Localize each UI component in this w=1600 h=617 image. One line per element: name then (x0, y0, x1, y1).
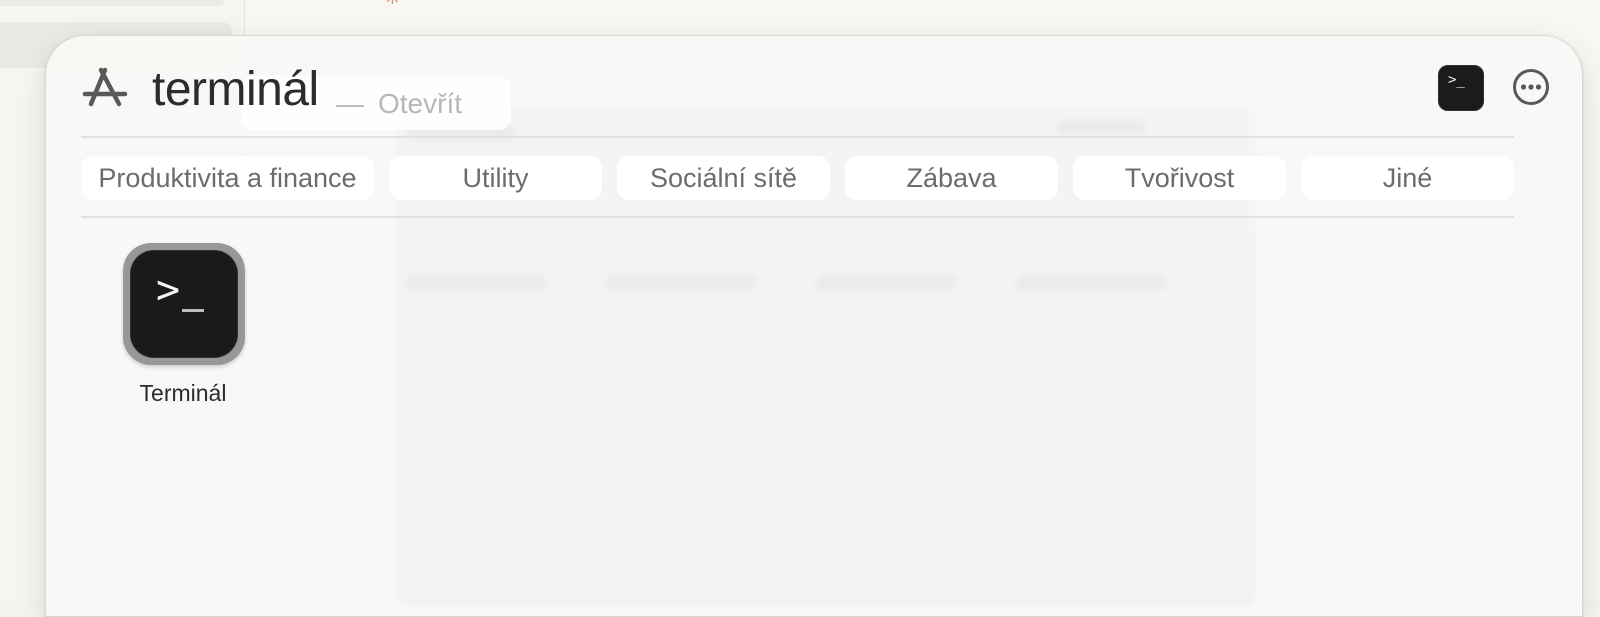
terminal-icon[interactable]: > (123, 243, 245, 365)
terminal-icon[interactable]: >_ (1438, 65, 1484, 111)
ghost-row (406, 276, 546, 290)
ghost-row (606, 276, 756, 290)
category-creativity[interactable]: Tvořivost (1073, 156, 1286, 200)
launcher-panel: terminál — Otevřít >_ Produktivita a fina… (45, 35, 1583, 617)
hint-dash: — (336, 88, 364, 119)
category-other[interactable]: Jiné (1301, 156, 1514, 200)
categories-divider (81, 216, 1514, 218)
app-store-icon (81, 64, 129, 112)
category-entertainment[interactable]: Zábava (845, 156, 1058, 200)
category-utilities[interactable]: Utility (389, 156, 602, 200)
search-query[interactable]: terminál (152, 58, 319, 122)
ellipsis-circle-icon[interactable] (1512, 68, 1550, 106)
spark-icon: ✳ (384, 0, 406, 8)
terminal-mini-glyph: >_ (1448, 72, 1465, 88)
action-hint: — Otevřít (336, 86, 462, 122)
category-productivity[interactable]: Produktivita a finance (81, 156, 374, 200)
header-divider (81, 136, 1514, 138)
category-bar: Produktivita a finance Utility Sociální … (81, 156, 1514, 200)
terminal-prompt-glyph: > (156, 267, 181, 313)
category-social[interactable]: Sociální sítě (617, 156, 830, 200)
ghost-row (1016, 276, 1166, 290)
ghost-row (816, 276, 956, 290)
hint-action-label: Otevřít (378, 88, 463, 119)
terminal-icon-face: > (130, 250, 238, 358)
app-result-terminal[interactable]: > Terminál (121, 241, 245, 411)
terminal-cursor (182, 309, 204, 312)
search-header: terminál — Otevřít >_ (81, 56, 1550, 136)
background-sidebar-item[interactable] (0, 0, 226, 6)
app-label: Terminál (139, 380, 227, 406)
